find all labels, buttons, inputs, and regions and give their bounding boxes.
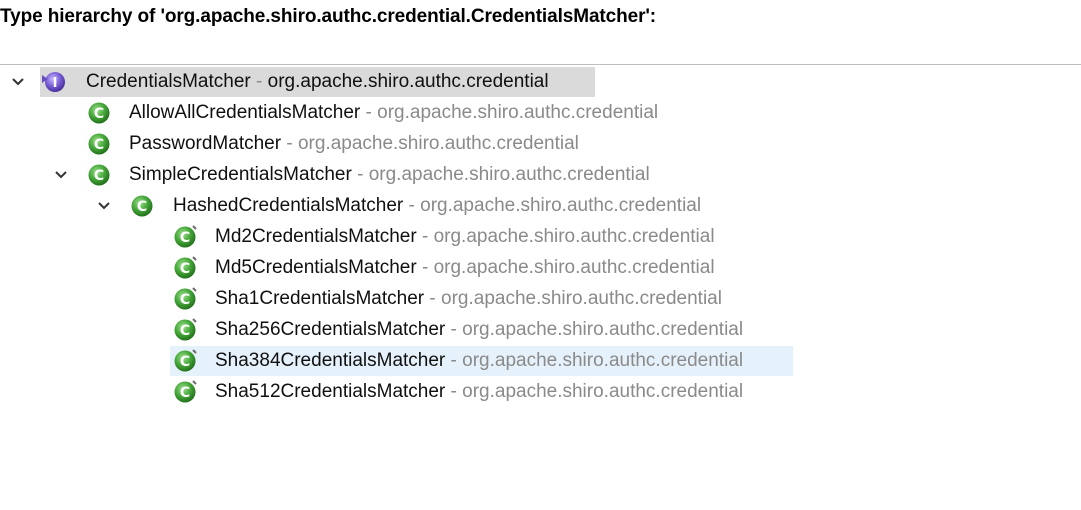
node-package: org.apache.shiro.authc.credential (267, 71, 549, 92)
deprecated-class-icon: C (174, 318, 197, 341)
node-separator: - (365, 102, 372, 123)
svg-text:C: C (94, 137, 104, 153)
node-name: Sha512CredentialsMatcher (215, 381, 446, 402)
node-package: org.apache.shiro.authc.credential (433, 257, 715, 278)
node-separator: - (421, 226, 429, 247)
hierarchy-title: Type hierarchy of 'org.apache.shiro.auth… (0, 6, 657, 27)
tree-node-hashed-credentials-matcher[interactable]: C HashedCredentialsMatcher - org.apache.… (0, 191, 780, 221)
node-separator: - (357, 164, 364, 185)
node-separator: - (450, 319, 457, 340)
svg-text:C: C (94, 106, 104, 122)
class-icon: C (88, 133, 110, 155)
tree-node-md2-credentials-matcher[interactable]: C Md2CredentialsMatcher - org.apache.shi… (0, 222, 800, 252)
node-package: org.apache.shiro.authc.credential (297, 133, 579, 154)
deprecated-class-icon: C (174, 349, 197, 372)
node-package: org.apache.shiro.authc.credential (377, 102, 659, 123)
node-name: HashedCredentialsMatcher (173, 195, 404, 216)
node-package: org.apache.shiro.authc.credential (441, 288, 722, 309)
node-separator: - (408, 195, 415, 216)
tree-node-sha1-credentials-matcher[interactable]: C Sha1CredentialsMatcher - org.apache.sh… (0, 284, 800, 314)
node-name: Sha384CredentialsMatcher (215, 350, 446, 371)
svg-text:C: C (180, 323, 190, 339)
node-package: org.apache.shiro.authc.credential (462, 381, 744, 402)
node-separator: - (286, 133, 293, 154)
node-name: Sha256CredentialsMatcher (215, 319, 446, 340)
interface-icon: I (42, 72, 65, 92)
class-icon: C (88, 164, 110, 186)
node-name: Md2CredentialsMatcher (215, 226, 417, 247)
deprecated-class-icon: C (174, 225, 197, 248)
node-package: org.apache.shiro.authc.credential (433, 226, 715, 247)
node-name: PasswordMatcher (129, 133, 282, 154)
tree-node-sha384-credentials-matcher[interactable]: C Sha384CredentialsMatcher - org.apache.… (0, 346, 820, 376)
node-package: org.apache.shiro.authc.credential (420, 195, 702, 216)
node-separator: - (421, 257, 429, 278)
tree-node-password-matcher[interactable]: C PasswordMatcher - org.apache.shiro.aut… (0, 129, 740, 159)
tree-node-sha256-credentials-matcher[interactable]: C Sha256CredentialsMatcher - org.apache.… (0, 315, 820, 345)
svg-text:C: C (180, 354, 190, 370)
svg-text:C: C (180, 292, 190, 308)
svg-text:C: C (180, 261, 190, 277)
svg-text:C: C (94, 168, 104, 184)
deprecated-class-icon: C (174, 256, 197, 279)
svg-text:C: C (180, 385, 190, 401)
chevron-down-icon[interactable] (97, 199, 111, 213)
class-icon: C (88, 102, 110, 124)
hierarchy-header: Type hierarchy of 'org.apache.shiro.auth… (0, 0, 1081, 65)
svg-text:C: C (180, 230, 190, 246)
tree-node-simple-credentials-matcher[interactable]: C SimpleCredentialsMatcher - org.apache.… (0, 160, 740, 190)
node-name: Sha1CredentialsMatcher (215, 288, 425, 309)
svg-text:I: I (53, 76, 58, 91)
class-icon: C (131, 195, 153, 217)
node-separator: - (429, 288, 436, 309)
node-name: CredentialsMatcher (86, 71, 251, 92)
tree-node-sha512-credentials-matcher[interactable]: C Sha512CredentialsMatcher - org.apache.… (0, 377, 820, 407)
tree-node-credentials-matcher[interactable]: I CredentialsMatcher - org.apache.shiro.… (0, 67, 620, 97)
node-name: Md5CredentialsMatcher (215, 257, 417, 278)
tree-node-md5-credentials-matcher[interactable]: C Md5CredentialsMatcher - org.apache.shi… (0, 253, 800, 283)
node-package: org.apache.shiro.authc.credential (462, 319, 744, 340)
tree-node-allowall[interactable]: C AllowAllCredentialsMatcher - org.apach… (0, 98, 740, 128)
node-package: org.apache.shiro.authc.credential (462, 350, 744, 371)
node-package: org.apache.shiro.authc.credential (368, 164, 650, 185)
chevron-down-icon[interactable] (11, 75, 25, 89)
chevron-down-icon[interactable] (54, 168, 68, 182)
node-name: SimpleCredentialsMatcher (129, 164, 352, 185)
deprecated-class-icon: C (174, 287, 197, 310)
deprecated-class-icon: C (174, 380, 197, 403)
node-separator: - (450, 350, 457, 371)
node-separator: - (450, 381, 457, 402)
node-separator: - (256, 71, 263, 92)
node-name: AllowAllCredentialsMatcher (129, 102, 361, 123)
svg-text:C: C (137, 199, 147, 215)
